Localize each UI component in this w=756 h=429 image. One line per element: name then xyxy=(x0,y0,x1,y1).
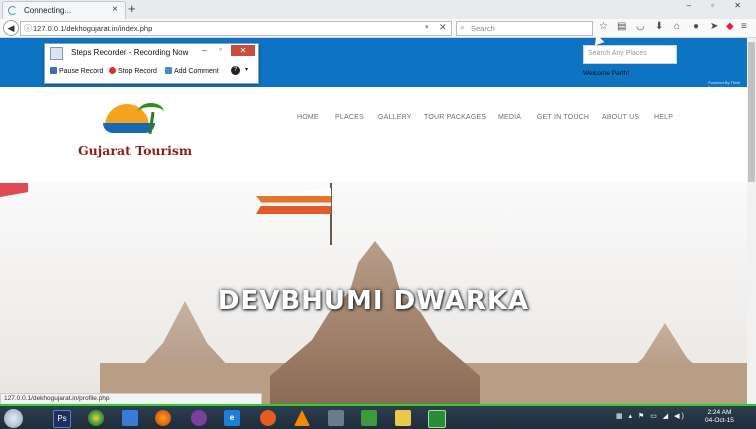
maximize-icon[interactable]: ▫ xyxy=(219,45,222,54)
help-icon[interactable]: ? xyxy=(231,66,240,75)
send-icon[interactable]: ➤ xyxy=(710,21,718,32)
steps-recorder-window[interactable]: Steps Recorder - Recording Now – ▫ ✕ Pau… xyxy=(44,43,259,84)
steps-recorder-task-icon[interactable] xyxy=(428,410,446,428)
nav-gallery[interactable]: GALLERY xyxy=(378,114,412,121)
search-placeholder: Search xyxy=(471,24,495,33)
scrollbar-thumb[interactable] xyxy=(748,42,755,182)
browser-tab-strip: Connecting... × + – ▫ ✕ xyxy=(0,0,756,20)
nav-about-us[interactable]: ABOUT US xyxy=(602,114,639,121)
hero-banner: DEVBHUMI DWARKA xyxy=(0,183,747,404)
nav-home[interactable]: HOME xyxy=(297,114,319,121)
stop-icon[interactable]: ✕ xyxy=(439,22,447,33)
info-icon: ⓘ xyxy=(24,24,32,33)
search-icon: ⌕ xyxy=(460,23,465,32)
add-comment-button[interactable]: Add Comment xyxy=(165,67,219,75)
tab-title: Connecting... xyxy=(24,6,72,15)
add-comment-label: Add Comment xyxy=(174,68,219,75)
clock-time: 2:24 AM xyxy=(707,409,732,416)
steps-recorder-icon xyxy=(50,47,63,60)
new-tab-button[interactable]: + xyxy=(128,1,136,16)
vlc-icon[interactable] xyxy=(294,410,310,426)
music-app-icon[interactable] xyxy=(260,410,276,426)
calculator-icon[interactable] xyxy=(328,410,344,426)
pause-record-label: Pause Record xyxy=(59,68,104,75)
nav-get-in-touch[interactable]: GET IN TOUCH xyxy=(537,114,589,121)
home-icon[interactable]: ⌂ xyxy=(674,21,680,32)
editor-icon[interactable] xyxy=(122,410,138,426)
stop-icon xyxy=(109,67,116,74)
back-button[interactable]: ◀ xyxy=(3,20,19,36)
browser-search-input[interactable]: ⌕ Search xyxy=(456,21,593,36)
help-dropdown-icon[interactable]: ▾ xyxy=(245,66,248,73)
menu-icon[interactable]: ≡ xyxy=(741,21,747,32)
status-link-text: 127.0.0.1/dekhogujarat.in/profile.php xyxy=(4,395,110,402)
system-tray-icons[interactable]: ▦ ▴ ⚑ ▭ ◢ ◀) xyxy=(616,412,686,420)
minimize-icon[interactable]: – xyxy=(202,45,207,55)
download-icon[interactable]: ⬇ xyxy=(655,21,663,32)
photoshop-icon[interactable]: Ps xyxy=(53,410,71,428)
nav-help[interactable]: HELP xyxy=(654,114,673,121)
hero-title: DEVBHUMI DWARKA xyxy=(217,286,530,316)
welcome-user-link[interactable]: Welcome Parth! xyxy=(583,70,629,77)
chat-icon[interactable]: ● xyxy=(693,21,699,32)
nav-media[interactable]: MEDIA xyxy=(498,114,521,121)
bookmark-star-icon[interactable]: ☆ xyxy=(599,21,608,32)
hero-accent-shape xyxy=(0,183,28,197)
media-app-icon[interactable] xyxy=(191,410,207,426)
logo-wave-shape xyxy=(103,123,155,133)
site-search-placeholder: Search Any Places xyxy=(588,50,647,57)
comment-icon xyxy=(165,67,172,74)
stop-record-button[interactable]: Stop Record xyxy=(109,67,157,75)
folder-icon[interactable] xyxy=(395,410,411,426)
recorder-title: Steps Recorder - Recording Now xyxy=(71,48,189,57)
recorder-close-button[interactable]: ✕ xyxy=(231,45,255,56)
firefox-icon[interactable] xyxy=(155,410,171,426)
temple-main-spire xyxy=(270,241,480,404)
logo-text[interactable]: Gujarat Tourism xyxy=(78,143,192,158)
site-search-input[interactable]: Search Any Places xyxy=(583,45,677,64)
pocket-icon[interactable]: ◡ xyxy=(636,21,645,32)
nav-tour-packages[interactable]: TOUR PACKAGES xyxy=(424,114,486,121)
url-bar[interactable]: ⓘ 127.0.0.1/dekhogujarat.in/index.php ▾ … xyxy=(20,21,452,36)
tab-close-icon[interactable]: × xyxy=(112,4,118,15)
stop-record-label: Stop Record xyxy=(118,68,157,75)
addon-icon[interactable]: ◆ xyxy=(726,21,734,32)
start-button[interactable] xyxy=(4,409,23,428)
logo-palm-leaf-icon xyxy=(138,103,164,121)
url-dropdown-icon[interactable]: ▾ xyxy=(425,23,429,31)
temple-flag xyxy=(256,188,331,214)
windows-taskbar: Ps e ▦ ▴ ⚑ ▭ ◢ ◀) 2:24 AM 04-Oct-15 xyxy=(0,404,756,429)
clock-date: 04-Oct-15 xyxy=(705,417,734,424)
spreadsheet-icon[interactable] xyxy=(361,410,377,426)
pause-icon xyxy=(50,67,57,74)
nav-places[interactable]: PLACES xyxy=(335,114,364,121)
window-controls[interactable]: – ▫ ✕ xyxy=(687,1,750,10)
browser-tab[interactable]: Connecting... × xyxy=(2,1,126,20)
url-text: 127.0.0.1/dekhogujarat.in/index.php xyxy=(33,24,153,33)
chrome-icon[interactable] xyxy=(88,410,104,426)
taskbar-clock[interactable]: 2:24 AM 04-Oct-15 xyxy=(705,409,734,425)
reading-list-icon[interactable]: ▤ xyxy=(617,21,626,32)
site-nav-row: Gujarat Tourism HOME PLACES GALLERY TOUR… xyxy=(0,87,747,184)
pause-record-button[interactable]: Pause Record xyxy=(50,67,103,75)
loading-icon xyxy=(8,6,17,15)
internet-explorer-icon[interactable]: e xyxy=(224,410,240,426)
